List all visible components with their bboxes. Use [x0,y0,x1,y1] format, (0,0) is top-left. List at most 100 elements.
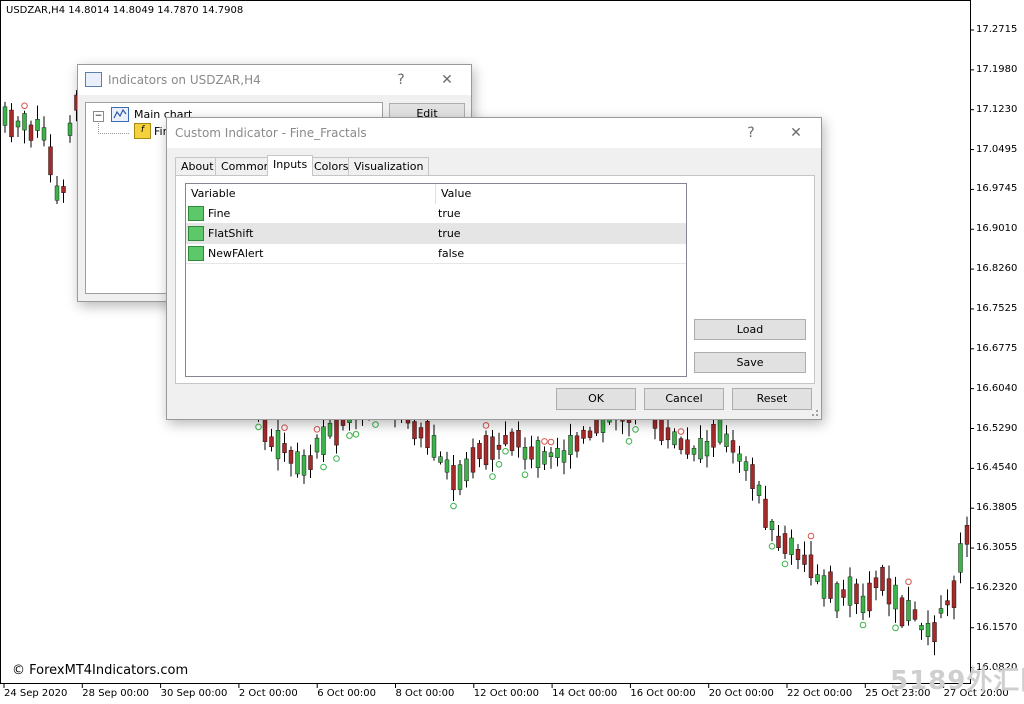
candle [555,448,560,458]
variable-value[interactable]: false [438,244,464,263]
fractal-up-marker [807,532,815,540]
watermark: © ForexMT4Indicators.com [12,663,189,678]
reset-button[interactable]: Reset [732,388,812,410]
help-button[interactable]: ? [738,122,764,144]
close-icon[interactable]: ✕ [434,69,460,91]
custom-indicator-window[interactable]: Custom Indicator - Fine_Fractals ? ✕ Abo… [166,117,822,420]
candle [964,525,970,545]
candle [795,549,801,560]
candle [834,583,840,612]
candle [548,452,554,458]
candle [873,577,879,588]
time-tick-label: 28 Sep 00:00 [82,688,150,699]
candle [574,435,580,452]
candle [789,537,794,555]
candle [295,451,300,475]
candle [2,106,8,126]
help-button[interactable]: ? [388,69,414,91]
price-tick-label: 16.3805 [976,502,1018,514]
price-tick-label: 16.4540 [976,462,1018,474]
candle [750,464,755,489]
table-row[interactable]: FlatShift true [186,224,686,244]
candle [561,450,567,463]
fractal-up-marker [547,438,555,446]
candle [15,120,21,128]
close-icon[interactable]: ✕ [783,122,809,144]
candle [769,520,775,531]
table-row[interactable]: NewFAlert false [186,244,686,264]
candle [503,435,508,445]
candle [457,464,463,490]
indicators-titlebar[interactable]: Indicators on USDZAR,H4 ? ✕ [78,65,471,95]
tab-inputs[interactable]: Inputs [267,155,314,176]
time-tick-label: 12 Oct 00:00 [473,688,539,699]
candle [568,435,573,455]
inputs-page: Variable Value Fine true FlatShift true … [175,175,815,384]
candle [444,459,450,473]
candle [665,427,671,441]
candle [470,447,476,473]
load-button[interactable]: Load [694,319,806,340]
variable-value[interactable]: true [438,204,461,223]
time-tick-label: 14 Oct 00:00 [552,688,618,699]
candle [685,439,690,455]
candle [542,451,547,465]
candle [61,186,66,193]
custom-indicator-titlebar[interactable]: Custom Indicator - Fine_Fractals ? ✕ [167,118,821,148]
fractal-up-marker [21,102,28,110]
time-tick-label: 20 Oct 00:00 [708,688,774,699]
candle [425,420,430,448]
candle [288,450,294,464]
ok-button[interactable]: OK [556,388,636,410]
cancel-button[interactable]: Cancel [644,388,724,410]
candle [925,623,931,637]
price-tick-label: 16.9010 [976,223,1018,235]
candle [893,584,898,610]
candle [756,484,762,496]
candle [314,437,320,453]
fractal-down-marker [346,432,353,439]
candle [886,578,892,605]
save-button[interactable]: Save [694,352,806,373]
column-header-variable[interactable]: Variable [186,184,436,204]
fractal-down-marker [333,455,340,462]
fractal-down-marker [495,461,503,468]
candle [919,625,924,631]
tab-visualization[interactable]: Visualization [348,157,430,175]
candle [880,566,885,591]
price-tick-label: 16.2320 [976,581,1018,593]
price-tick-label: 17.1980 [976,63,1018,75]
price-tick-label: 16.6775 [976,342,1018,354]
candle [22,113,27,131]
candle [535,440,541,468]
candle [724,433,729,447]
candle [815,574,820,582]
candle [906,600,911,622]
candle [698,438,703,460]
variable-value[interactable]: true [438,224,461,243]
watermark-logo: 5189外汇网 [890,666,1024,696]
fractal-down-marker [255,423,262,431]
tab-about[interactable]: About [175,157,220,175]
fractal-down-marker [372,421,379,428]
candle [275,430,281,460]
candle [418,427,424,439]
table-row[interactable]: Fine true [186,204,686,224]
candle [431,435,437,458]
candle [951,580,957,608]
inputs-table[interactable]: Variable Value Fine true FlatShift true … [185,183,687,377]
candle [678,438,684,450]
variable-name: Fine [208,207,231,220]
fractal-up-marker [482,422,490,429]
variable-name: NewFAlert [208,247,264,260]
variable-name: FlatShift [208,227,254,240]
candle [28,124,34,141]
resize-grip-icon[interactable] [811,409,819,417]
candle [269,436,274,448]
candle [496,444,502,450]
price-tick-label: 16.5290 [976,422,1018,434]
price-tick-label: 17.0495 [976,143,1018,155]
fractal-up-marker [541,438,548,445]
fractal-down-marker [632,426,639,433]
column-header-value[interactable]: Value [436,184,686,204]
